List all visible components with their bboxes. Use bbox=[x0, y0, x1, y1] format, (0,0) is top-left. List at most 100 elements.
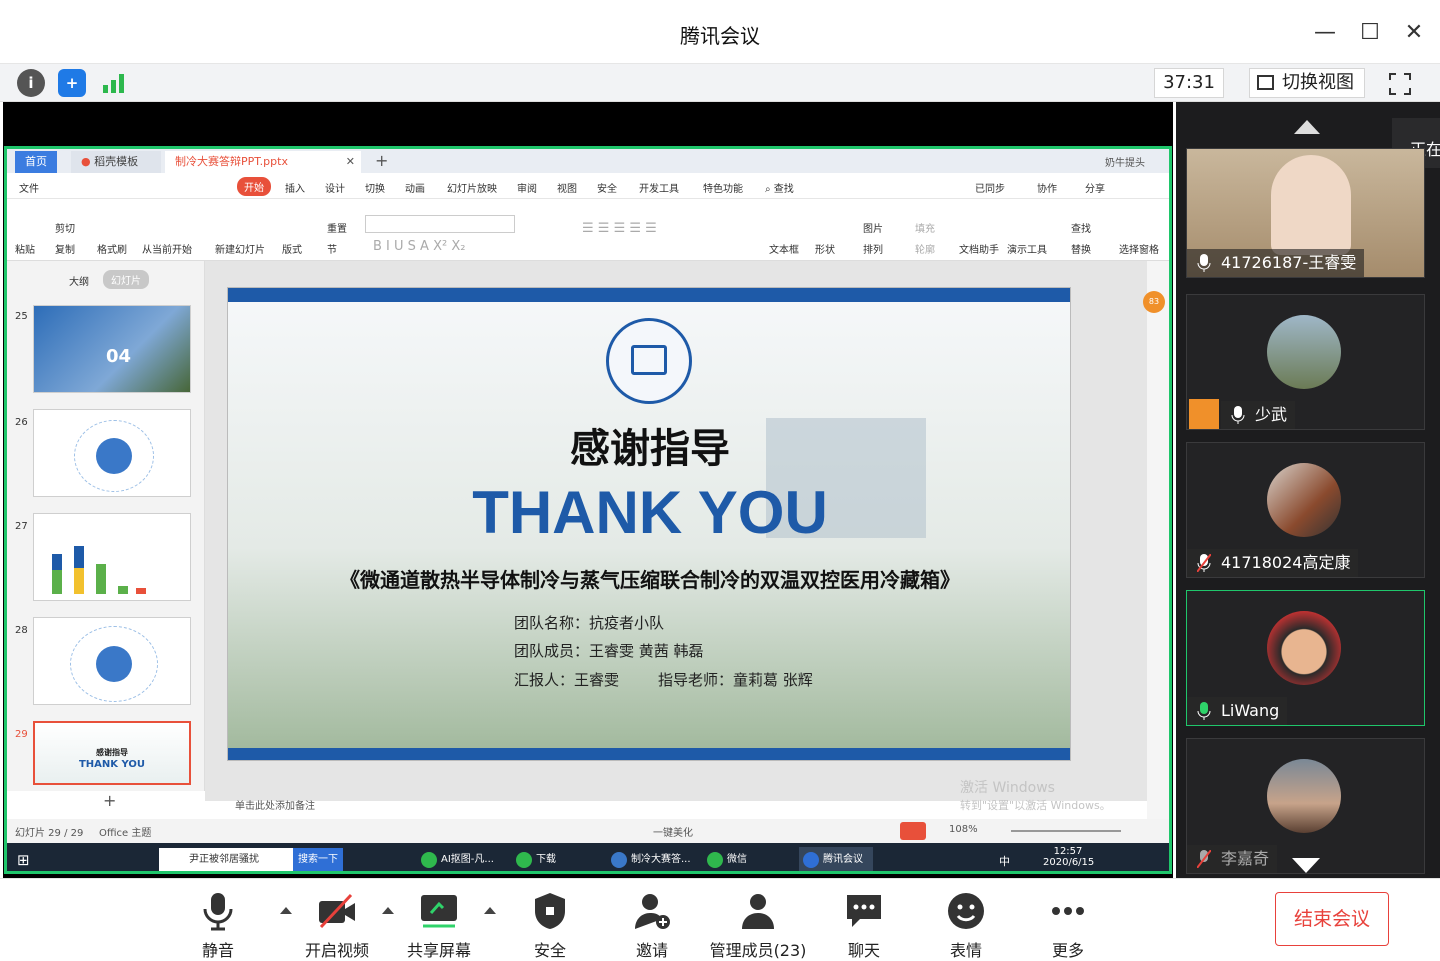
ribbon-cut[interactable]: 剪切 bbox=[55, 220, 75, 235]
notification-badge[interactable]: 83 bbox=[1143, 291, 1165, 313]
ribbon-doc-assistant[interactable]: 文档助手 bbox=[959, 241, 999, 256]
add-slide-icon[interactable]: + bbox=[103, 791, 116, 810]
switch-view-button[interactable]: 切换视图 bbox=[1249, 68, 1365, 98]
menu-features[interactable]: 特色功能 bbox=[703, 180, 743, 195]
ribbon-replace[interactable]: 替换 bbox=[1071, 241, 1091, 256]
menu-review[interactable]: 审阅 bbox=[517, 180, 537, 195]
taskbar-app[interactable]: 制冷大赛答... bbox=[607, 847, 691, 871]
close-button[interactable]: ✕ bbox=[1399, 18, 1429, 48]
ribbon-reset[interactable]: 重置 bbox=[327, 220, 347, 235]
manage-members-button[interactable]: 管理成员(23) bbox=[708, 891, 808, 961]
taskbar-app-active[interactable]: 腾讯会议 bbox=[799, 847, 873, 871]
ribbon-format-painter[interactable]: 格式刷 bbox=[97, 241, 127, 256]
menu-search[interactable]: ⌕ 查找 bbox=[765, 180, 794, 195]
share-screen-button[interactable]: 共享屏幕 bbox=[403, 891, 475, 961]
mute-options-caret[interactable] bbox=[280, 907, 292, 914]
ribbon-new-slide[interactable]: 新建幻灯片 bbox=[215, 241, 265, 256]
slide-thumbnail[interactable]: 04 bbox=[33, 305, 191, 393]
emoji-icon bbox=[948, 893, 984, 929]
ribbon-picture[interactable]: 图片 bbox=[863, 220, 883, 235]
menu-view[interactable]: 视图 bbox=[557, 180, 577, 195]
ribbon-layout[interactable]: 版式 bbox=[282, 241, 302, 256]
scroll-up-icon[interactable] bbox=[1294, 120, 1320, 134]
menu-start[interactable]: 开始 bbox=[237, 177, 271, 196]
more-button[interactable]: 更多 bbox=[1046, 891, 1090, 961]
collaborate-button[interactable]: 协作 bbox=[1037, 180, 1057, 195]
slide-thumbnail-active[interactable]: 感谢指导 THANK YOU bbox=[33, 721, 191, 785]
current-slide[interactable]: 感谢指导 THANK YOU 《微通道散热半导体制冷与蒸气压缩联合制冷的双温双控… bbox=[227, 287, 1071, 761]
info-icon[interactable]: i bbox=[17, 69, 45, 97]
slide-thumbnail-panel: 大纲 幻灯片 25 04 26 27 28 29 感谢指导 THANK YOU bbox=[7, 261, 205, 791]
invite-button[interactable]: 邀请 bbox=[630, 891, 674, 961]
ribbon-find[interactable]: 查找 bbox=[1071, 220, 1091, 235]
participant-tile[interactable]: LiWang bbox=[1186, 590, 1425, 726]
taskbar-search-button[interactable]: 搜索一下 bbox=[293, 848, 343, 871]
slide-thumbnail[interactable] bbox=[33, 513, 191, 601]
ribbon-selection-pane[interactable]: 选择窗格 bbox=[1119, 241, 1159, 256]
ime-indicator[interactable]: 中 bbox=[999, 853, 1010, 869]
ribbon-present-tools[interactable]: 演示工具 bbox=[1007, 241, 1047, 256]
participant-name: 41726187-王睿雯 bbox=[1187, 249, 1365, 277]
menu-design[interactable]: 设计 bbox=[325, 180, 345, 195]
file-menu[interactable]: 文件 bbox=[19, 180, 39, 195]
ribbon-outline[interactable]: 轮廓 bbox=[915, 241, 935, 256]
start-video-button[interactable]: 开启视频 bbox=[300, 891, 374, 961]
participant-tile[interactable]: 少武 bbox=[1186, 294, 1425, 430]
emoji-button[interactable]: 表情 bbox=[944, 891, 988, 961]
signal-icon[interactable] bbox=[102, 73, 126, 93]
fullscreen-icon[interactable] bbox=[1386, 70, 1414, 98]
ribbon-fill[interactable]: 填充 bbox=[915, 220, 935, 235]
scroll-down-icon[interactable] bbox=[1292, 858, 1320, 873]
taskbar-app[interactable]: 微信 bbox=[703, 847, 747, 871]
security-button[interactable]: 安全 bbox=[528, 891, 572, 961]
add-notes-field[interactable]: 单击此处添加备注 bbox=[235, 797, 315, 812]
tab-home[interactable]: 首页 bbox=[15, 151, 57, 173]
ribbon-textbox[interactable]: 文本框 bbox=[769, 241, 799, 256]
beautify-button[interactable]: 一键美化 bbox=[653, 824, 693, 839]
menu-insert[interactable]: 插入 bbox=[285, 180, 305, 195]
menu-animation[interactable]: 动画 bbox=[405, 180, 425, 195]
ribbon-from-current[interactable]: 从当前开始 bbox=[142, 241, 192, 256]
minimize-button[interactable]: — bbox=[1310, 18, 1340, 48]
video-options-caret[interactable] bbox=[382, 907, 394, 914]
tab-document[interactable]: 制冷大赛答辩PPT.pptx ✕ bbox=[165, 151, 361, 173]
security-shield-icon[interactable]: + bbox=[58, 69, 86, 97]
add-user-icon bbox=[635, 894, 670, 929]
ribbon-shape[interactable]: 形状 bbox=[815, 241, 835, 256]
taskbar-app[interactable]: AI抠图-凡... bbox=[417, 847, 494, 871]
menu-transition[interactable]: 切换 bbox=[365, 180, 385, 195]
sync-status[interactable]: 已同步 bbox=[975, 180, 1005, 195]
participant-tile[interactable]: 李嘉奇 bbox=[1186, 738, 1425, 874]
font-name-field[interactable] bbox=[365, 215, 515, 233]
zoom-slider[interactable] bbox=[1011, 830, 1121, 832]
outline-tab[interactable]: 大纲 bbox=[69, 273, 89, 288]
play-slideshow-button[interactable] bbox=[900, 822, 926, 840]
new-tab-icon[interactable]: + bbox=[375, 151, 388, 170]
ribbon-arrange[interactable]: 排列 bbox=[863, 241, 883, 256]
menu-security[interactable]: 安全 bbox=[597, 180, 617, 195]
participant-tile[interactable]: 41726187-王睿雯 bbox=[1186, 148, 1425, 278]
windows-start-icon[interactable]: ⊞ bbox=[17, 851, 30, 869]
ribbon-copy[interactable]: 复制 bbox=[55, 241, 75, 256]
paragraph-buttons[interactable]: ☰ ☰ ☰ ☰ ☰ bbox=[582, 221, 657, 236]
font-style-buttons[interactable]: B I U S A X² X₂ bbox=[373, 239, 465, 254]
share-options-caret[interactable] bbox=[484, 907, 496, 914]
ribbon-section[interactable]: 节 bbox=[327, 241, 337, 256]
participants-sidebar: 正在 41726187-王睿雯 少武 41718024高定康 LiWang 李嘉… bbox=[1176, 102, 1440, 878]
chat-button[interactable]: 聊天 bbox=[842, 891, 886, 961]
participant-tile[interactable]: 41718024高定康 bbox=[1186, 442, 1425, 578]
mute-button[interactable]: 静音 bbox=[196, 891, 240, 961]
menu-slideshow[interactable]: 幻灯片放映 bbox=[447, 180, 497, 195]
chat-icon bbox=[847, 895, 881, 927]
team-name: 团队名称：抗疫者小队 bbox=[514, 614, 665, 632]
tab-templates[interactable]: ● 稻壳模板 bbox=[71, 151, 161, 173]
ribbon-paste[interactable]: 粘贴 bbox=[15, 241, 35, 256]
slide-thumbnail[interactable] bbox=[33, 617, 191, 705]
maximize-button[interactable]: ☐ bbox=[1355, 18, 1385, 48]
end-meeting-button[interactable]: 结束会议 bbox=[1275, 892, 1389, 946]
slides-tab[interactable]: 幻灯片 bbox=[103, 270, 149, 289]
slide-thumbnail[interactable] bbox=[33, 409, 191, 497]
taskbar-app[interactable]: 下载 bbox=[512, 847, 556, 871]
share-doc-button[interactable]: 分享 bbox=[1085, 180, 1105, 195]
menu-developer[interactable]: 开发工具 bbox=[639, 180, 679, 195]
